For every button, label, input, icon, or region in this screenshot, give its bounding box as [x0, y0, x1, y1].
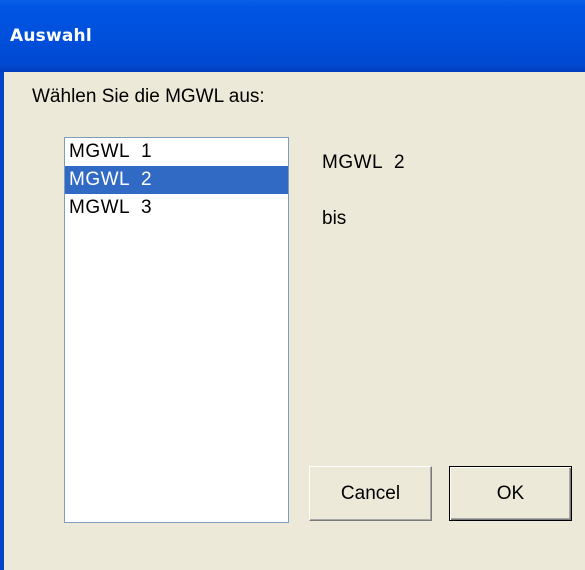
dialog-window: Auswahl Wählen Sie die MGWL aus: MGWL 1 …	[0, 0, 585, 570]
list-item-mgwl-3[interactable]: MGWL 3	[65, 194, 288, 222]
list-item-mgwl-2[interactable]: MGWL 2	[65, 166, 288, 194]
window-border	[0, 72, 4, 570]
bis-label: bis	[322, 208, 347, 229]
title-bar[interactable]: Auswahl	[0, 0, 585, 72]
ok-button[interactable]: OK	[449, 466, 572, 521]
prompt-label: Wählen Sie die MGWL aus:	[32, 86, 265, 107]
mgwl-listbox[interactable]: MGWL 1 MGWL 2 MGWL 3	[64, 137, 289, 523]
list-item-mgwl-1[interactable]: MGWL 1	[65, 138, 288, 166]
cancel-button[interactable]: Cancel	[309, 466, 432, 521]
window-title: Auswahl	[10, 26, 92, 46]
selected-value-label: MGWL 2	[322, 152, 406, 173]
